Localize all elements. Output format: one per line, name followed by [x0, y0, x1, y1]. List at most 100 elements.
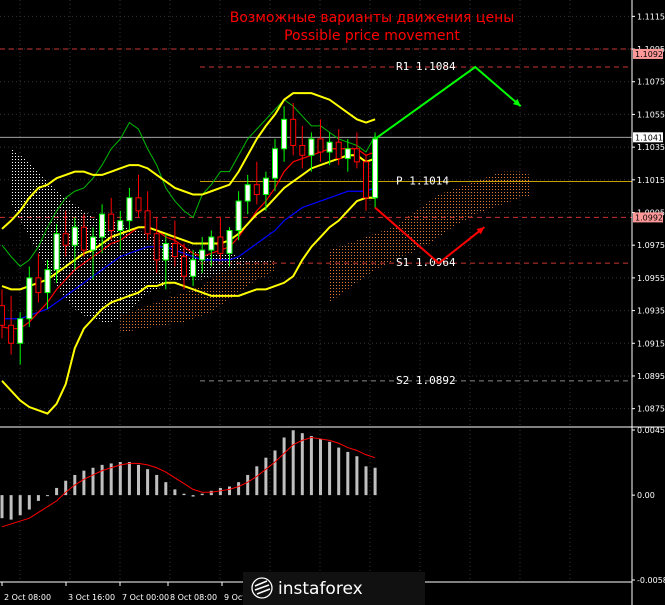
macd-bar: [18, 495, 22, 516]
y-tick-label: 1.0975: [637, 241, 665, 250]
candle-body: [299, 144, 306, 156]
candle-body: [353, 148, 360, 163]
candle-body: [344, 148, 351, 160]
candle-body: [135, 197, 142, 212]
candle-body: [217, 236, 224, 254]
macd-bar: [100, 464, 104, 496]
y-tick-label: 1.1035: [637, 143, 665, 152]
macd-bar: [319, 438, 322, 496]
x-tick-label: 3 Oct 16:00: [68, 593, 115, 602]
macd-y-tick-label: -0.00589: [637, 576, 665, 585]
candle-body: [35, 277, 42, 294]
candle-body: [199, 249, 206, 261]
candle-body: [108, 213, 115, 231]
y-tick-label: 1.0875: [637, 405, 665, 414]
macd-bar: [127, 461, 131, 496]
level-s2-label: S2 1.0892: [396, 374, 456, 387]
candle-body: [253, 184, 260, 196]
macd-bar: [309, 436, 313, 496]
candle-body: [117, 220, 124, 231]
candle-body: [99, 213, 106, 238]
macd-bar: [91, 467, 95, 496]
level-p-label: P 1.1014: [396, 174, 449, 187]
macd-bar: [346, 451, 350, 496]
price-badge-label: 1.1092: [635, 50, 663, 59]
macd-bar: [146, 469, 150, 496]
candle-body: [190, 259, 197, 277]
candle-body: [290, 118, 297, 146]
macd-bar: [173, 489, 177, 496]
macd-bar: [27, 495, 31, 510]
macd-bar: [228, 486, 231, 496]
candle-body: [317, 138, 324, 153]
macd-bar: [282, 437, 286, 496]
candle-body: [235, 200, 242, 231]
macd-bar: [137, 464, 140, 496]
y-tick-label: 1.1075: [637, 78, 665, 87]
candle-body: [244, 184, 251, 202]
candle-body: [126, 197, 133, 222]
macd-bar: [46, 495, 49, 497]
candle-body: [372, 138, 379, 199]
candle-body: [335, 141, 342, 160]
candle-body: [80, 226, 87, 251]
level-s1-label: S1 1.0964: [396, 256, 456, 269]
macd-bar: [291, 430, 295, 496]
candle-body: [53, 233, 60, 271]
candle-body: [326, 141, 333, 153]
candle-body: [308, 138, 315, 156]
candle-body: [262, 177, 269, 196]
candle-body: [62, 233, 69, 246]
macd-bar: [218, 487, 222, 496]
macd-bar: [355, 456, 359, 496]
x-tick-label: 2 Oct 08:00: [4, 593, 51, 602]
candle-body: [144, 210, 151, 235]
y-tick-label: 1.0895: [637, 372, 665, 381]
x-tick-label: 7 Oct 00:00: [122, 593, 169, 602]
macd-bar: [300, 433, 304, 496]
price-chart: R1 1.1084 P 1.1014 S1 1.0964 S2 1.0892 0.00…: [0, 0, 665, 605]
candle-body: [17, 318, 24, 344]
candle-body: [272, 148, 278, 179]
macd-y-tick-label: 0.00: [637, 491, 655, 500]
macd-bar: [273, 450, 277, 496]
y-tick-label: 1.0955: [637, 274, 665, 283]
macd-bar: [373, 467, 377, 496]
candle-body: [0, 305, 5, 326]
macd-bar: [191, 495, 195, 497]
macd-bar: [328, 441, 332, 496]
x-tick-label: 8 Oct 08:00: [170, 593, 217, 602]
title-en: Possible price movement: [284, 28, 460, 44]
macd-bar: [82, 470, 86, 496]
title-ru: Возможные варианты движения цены: [230, 10, 515, 26]
candle-body: [208, 236, 215, 251]
macd-bar: [0, 495, 4, 519]
macd-bar: [264, 457, 268, 496]
y-tick-label: 1.1115: [637, 12, 665, 21]
candle-body: [90, 236, 96, 251]
price-badge-label: 1.0992: [635, 213, 663, 222]
y-tick-label: 1.0935: [637, 307, 665, 316]
logo-text: instaforex: [278, 579, 363, 599]
candle-body: [153, 233, 160, 261]
candle-body: [8, 324, 15, 344]
instaforex-logo: instaforex: [243, 572, 425, 605]
level-r1-label: R1 1.1084: [396, 60, 456, 73]
y-tick-label: 1.0915: [637, 339, 665, 348]
macd-bar: [255, 466, 259, 496]
candle-body: [363, 161, 369, 199]
candle-body: [26, 277, 33, 320]
macd-bar: [337, 447, 341, 496]
macd-bar: [164, 482, 168, 496]
macd-bar: [200, 493, 204, 496]
macd-bar: [209, 490, 213, 496]
y-tick-label: 1.1015: [637, 176, 665, 185]
macd-bar: [364, 466, 368, 496]
candle-body: [171, 243, 178, 258]
macd-bar: [118, 461, 122, 496]
macd-bar: [155, 474, 159, 496]
candle-body: [44, 269, 51, 294]
candle-body: [71, 226, 78, 246]
macd-bar: [182, 493, 186, 496]
macd-bar: [55, 487, 59, 496]
